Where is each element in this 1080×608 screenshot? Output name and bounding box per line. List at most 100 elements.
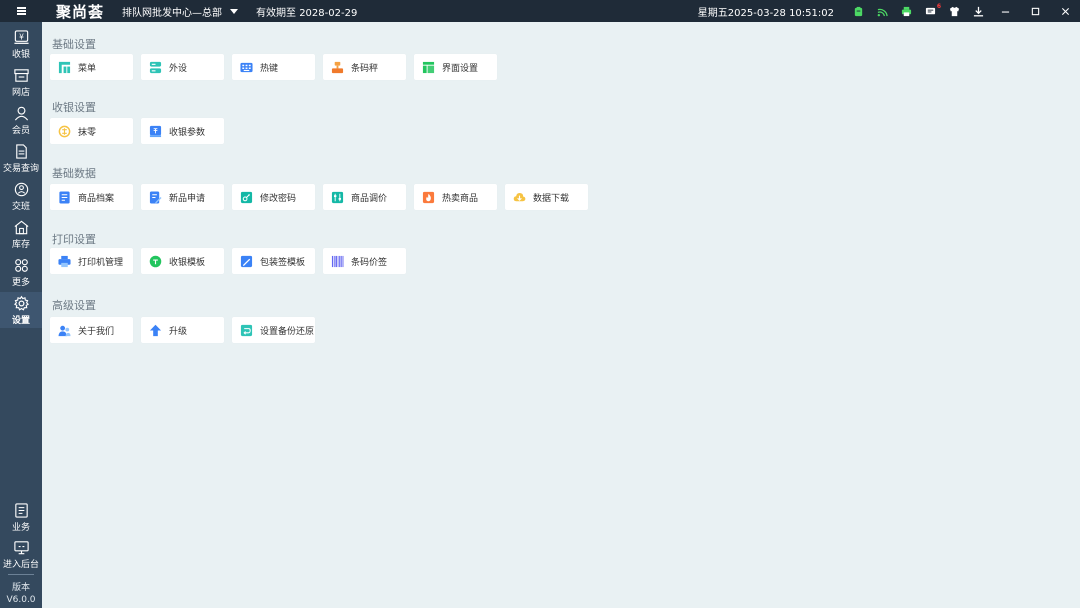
sidebar-item-label: 更多 xyxy=(11,278,30,288)
settings-panel: 基础设置 菜单 外设 热键 条码秤 界面设置 收银设置 抹零 收银参数 基础数据… xyxy=(42,22,1080,608)
tile-menu[interactable]: 菜单 xyxy=(50,54,133,80)
sidebar-item-label: 库存 xyxy=(11,240,30,250)
sidebar-item-business[interactable]: 业务 xyxy=(0,500,42,536)
keyboard-icon xyxy=(240,62,253,72)
tile-label: 商品档案 xyxy=(78,193,115,204)
sidebar-item-settings[interactable]: 设置 xyxy=(0,292,42,328)
tile-barcode-price-tag[interactable]: 条码价签 xyxy=(323,248,406,274)
skin-icon[interactable] xyxy=(942,0,966,22)
sidebar-item-label: 网店 xyxy=(11,88,30,98)
tile-label: 收银模板 xyxy=(169,257,206,268)
tile-label: 升级 xyxy=(169,326,188,337)
document-icon xyxy=(15,144,27,159)
tile-barcode-scale[interactable]: 条码秤 xyxy=(323,54,406,80)
message-badge: 6 xyxy=(936,3,941,10)
yen-receipt-icon: ¥ xyxy=(13,30,29,44)
tile-label: 打印机管理 xyxy=(78,257,124,268)
tile-row-basic-settings: 菜单 外设 热键 条码秤 界面设置 xyxy=(50,54,497,80)
restore-icon xyxy=(240,324,253,336)
tile-backup-restore[interactable]: 设置备份还原 xyxy=(232,317,315,343)
business-icon xyxy=(14,503,28,518)
users-icon xyxy=(58,325,71,336)
sidebar-item-label: 设置 xyxy=(11,316,30,326)
tile-label: 收银参数 xyxy=(169,127,206,138)
tile-label: 关于我们 xyxy=(78,326,115,337)
printer-icon[interactable] xyxy=(894,0,918,22)
tile-peripherals[interactable]: 外设 xyxy=(141,54,224,80)
sidebar-item-online-store[interactable]: 网店 xyxy=(0,64,42,100)
tile-label: 外设 xyxy=(169,63,188,74)
tile-package-label-template[interactable]: 包装签模板 xyxy=(232,248,315,274)
server-status-icon[interactable] xyxy=(846,0,870,22)
tile-cashier-params[interactable]: 收银参数 xyxy=(141,118,224,144)
sidebar-item-label: 会员 xyxy=(11,126,30,136)
close-button[interactable] xyxy=(1050,0,1080,22)
tile-upgrade[interactable]: 升级 xyxy=(141,317,224,343)
tile-data-download[interactable]: 数据下载 xyxy=(505,184,588,210)
tile-receipt-template[interactable]: 收银模板 xyxy=(141,248,224,274)
sidebar-item-cashier[interactable]: ¥ 收银 xyxy=(0,26,42,62)
svg-text:¥: ¥ xyxy=(19,32,24,41)
tile-product-archive[interactable]: 商品档案 xyxy=(50,184,133,210)
sidebar-item-label: 业务 xyxy=(11,523,30,533)
tile-hotkeys[interactable]: 热键 xyxy=(232,54,315,80)
sidebar-item-members[interactable]: 会员 xyxy=(0,102,42,138)
params-icon xyxy=(149,125,162,137)
shift-icon xyxy=(14,182,28,197)
wifi-icon[interactable] xyxy=(870,0,894,22)
arrow-up-icon xyxy=(149,324,162,336)
tile-new-product-request[interactable]: 新品申请 xyxy=(141,184,224,210)
tile-row-cashier-settings: 抹零 收银参数 xyxy=(50,118,224,144)
tile-hot-products[interactable]: 热卖商品 xyxy=(414,184,497,210)
tile-label: 设置备份还原 xyxy=(260,326,315,337)
tile-round-off[interactable]: 抹零 xyxy=(50,118,133,144)
section-title-advanced-settings: 高级设置 xyxy=(52,299,96,312)
tile-printer-management[interactable]: 打印机管理 xyxy=(50,248,133,274)
tile-about-us[interactable]: 关于我们 xyxy=(50,317,133,343)
scale-icon xyxy=(331,61,344,73)
tile-row-advanced-settings: 关于我们 升级 设置备份还原 xyxy=(50,317,315,343)
download-icon[interactable] xyxy=(966,0,990,22)
tile-row-print-settings: 打印机管理 收银模板 包装签模板 条码价签 xyxy=(50,248,406,274)
section-title-basic-settings: 基础设置 xyxy=(52,38,96,51)
maximize-button[interactable] xyxy=(1020,0,1050,22)
grid-icon xyxy=(14,259,28,272)
printer-icon xyxy=(58,255,71,267)
sidebar-item-label: 进入后台 xyxy=(2,560,39,570)
sidebar-item-inventory[interactable]: 库存 xyxy=(0,216,42,252)
sidebar: ¥ 收银 网店 会员 交易查询 交班 库存 更多 设置 业务 进入后台 版本 V… xyxy=(0,22,42,608)
minimize-button[interactable] xyxy=(990,0,1020,22)
tile-change-password[interactable]: 修改密码 xyxy=(232,184,315,210)
message-icon[interactable]: 6 xyxy=(918,0,942,22)
tile-label: 修改密码 xyxy=(260,193,297,204)
tile-interface-settings[interactable]: 界面设置 xyxy=(414,54,497,80)
server-icon xyxy=(149,61,162,73)
template-icon xyxy=(149,255,162,267)
tile-price-adjustment[interactable]: 商品调价 xyxy=(323,184,406,210)
section-title-print-settings: 打印设置 xyxy=(52,233,96,246)
tile-label: 条码价签 xyxy=(351,257,388,268)
tile-label: 新品申请 xyxy=(169,193,206,204)
monitor-icon xyxy=(13,541,29,555)
fire-icon xyxy=(422,191,435,203)
sidebar-item-more[interactable]: 更多 xyxy=(0,254,42,290)
sidebar-item-label: 交班 xyxy=(11,202,30,212)
file-icon xyxy=(59,190,70,204)
menu-icon[interactable] xyxy=(0,0,42,22)
version-label: 版本 xyxy=(11,583,30,593)
app-logo: 聚尚荟 xyxy=(56,2,105,21)
tile-label: 商品调价 xyxy=(351,193,388,204)
sidebar-item-backend[interactable]: 进入后台 xyxy=(0,537,42,573)
sidebar-item-transactions[interactable]: 交易查询 xyxy=(0,140,42,176)
sidebar-item-shift[interactable]: 交班 xyxy=(0,178,42,214)
tile-label: 热卖商品 xyxy=(442,193,479,204)
pen-icon xyxy=(240,255,253,267)
tile-label: 包装签模板 xyxy=(260,257,306,268)
sidebar-item-label: 收银 xyxy=(11,50,30,60)
tile-label: 菜单 xyxy=(78,63,97,74)
adjust-icon xyxy=(331,191,344,203)
gear-icon xyxy=(13,295,29,311)
store-selector[interactable]: 排队网批发中心—总部 xyxy=(122,4,239,19)
user-icon xyxy=(14,106,28,121)
title-bar: 聚尚荟 排队网批发中心—总部 有效期至 2028-02-29 星期五2025-0… xyxy=(0,0,1080,22)
